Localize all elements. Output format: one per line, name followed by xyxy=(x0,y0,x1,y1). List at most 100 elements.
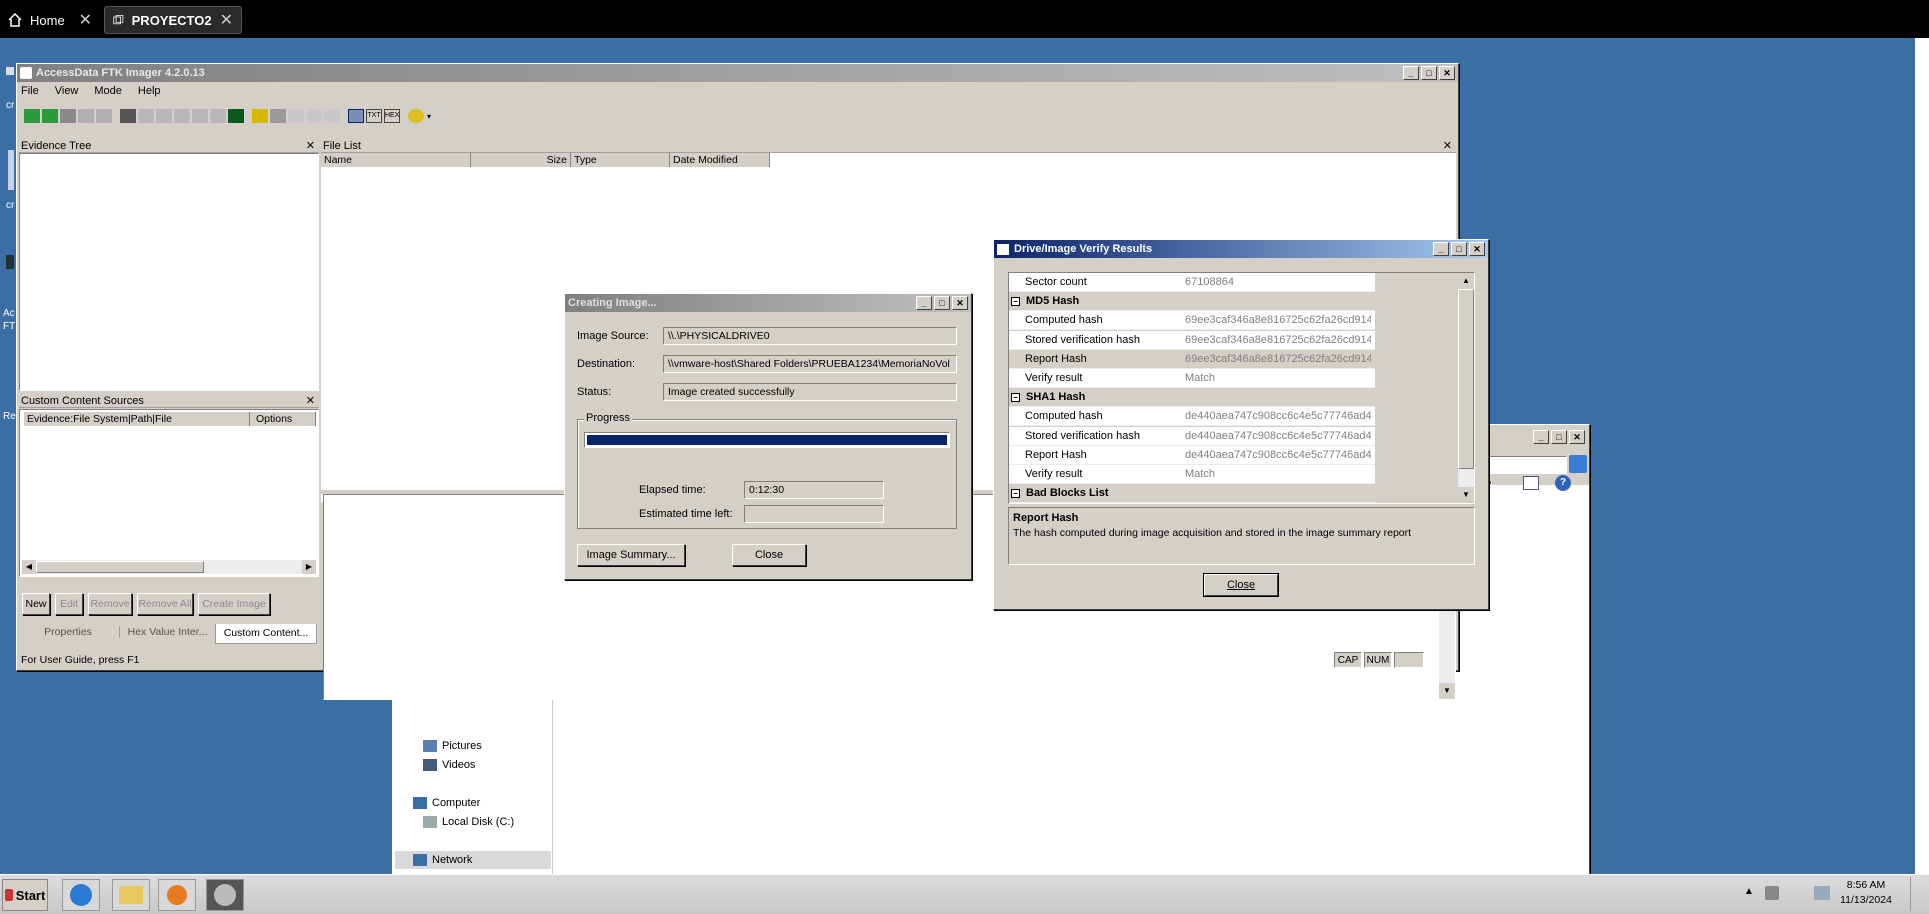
grid-scrollbar[interactable]: ▲ ▼ xyxy=(1458,273,1474,503)
property-row[interactable]: Verify result Match xyxy=(1009,369,1375,388)
horizontal-scrollbar[interactable]: ◀ ▶ xyxy=(22,560,316,574)
scroll-thumb[interactable] xyxy=(36,561,204,573)
taskbar-ftk-imager[interactable] xyxy=(206,879,244,911)
scroll-down-icon[interactable]: ▼ xyxy=(1458,487,1474,503)
detect-encryption-icon[interactable] xyxy=(270,109,286,123)
column-name[interactable]: Name xyxy=(321,153,471,167)
taskbar-explorer[interactable] xyxy=(112,879,150,911)
export-logical-image-icon[interactable] xyxy=(156,109,172,123)
column-type[interactable]: Type xyxy=(571,153,670,167)
nav-item-network[interactable]: Network xyxy=(395,851,551,869)
speaker-icon[interactable] xyxy=(1765,886,1779,900)
scroll-up-icon[interactable]: ▲ xyxy=(1458,273,1474,289)
maximize-button[interactable]: □ xyxy=(934,296,950,310)
help-icon[interactable] xyxy=(408,109,424,123)
remove-all-evidence-icon[interactable] xyxy=(96,109,112,123)
help-icon[interactable]: ? xyxy=(1555,475,1571,491)
verify-property-grid[interactable]: Sector count 67108864− MD5 Hash Computed ha… xyxy=(1008,272,1475,504)
custom-sources-list[interactable]: Evidence:File System|Path|File Options ◀… xyxy=(19,409,319,577)
close-icon[interactable]: ✕ xyxy=(306,394,315,408)
property-row[interactable]: Computed hash 69ee3caf346a8e816725c62fa26… xyxy=(1009,311,1375,331)
search-icon[interactable] xyxy=(1569,455,1587,473)
column-size[interactable]: Size xyxy=(471,153,571,167)
close-button[interactable]: ✕ xyxy=(1569,430,1585,444)
show-desktop-button[interactable] xyxy=(1910,877,1927,911)
add-all-evidence-icon[interactable] xyxy=(42,109,58,123)
maximize-button[interactable]: □ xyxy=(1551,430,1567,444)
column-options[interactable]: Options xyxy=(250,412,316,426)
decrypt-icon[interactable] xyxy=(210,109,226,123)
property-row[interactable]: Stored verification hash de440aea747c908c… xyxy=(1009,426,1375,446)
nav-item-local-disk[interactable]: Local Disk (C:) xyxy=(423,816,514,828)
remove-evidence-icon[interactable] xyxy=(78,109,94,123)
menu-view[interactable]: View xyxy=(55,85,79,101)
property-category[interactable]: − Bad Blocks List xyxy=(1009,484,1375,503)
edit-button[interactable]: Edit xyxy=(55,593,83,615)
clock[interactable]: 8:56 AM 11/13/2024 xyxy=(1830,878,1902,908)
tab-custom-content[interactable]: Custom Content... xyxy=(215,624,317,644)
desktop-icon[interactable] xyxy=(6,255,14,269)
image-mounting-icon[interactable] xyxy=(60,109,76,123)
menu-file[interactable]: File xyxy=(21,85,39,101)
create-custom-image-icon[interactable] xyxy=(192,109,208,123)
export-hash-list-icon[interactable] xyxy=(306,109,322,123)
close-icon[interactable]: ✕ xyxy=(306,139,315,153)
close-button[interactable]: ✕ xyxy=(1439,66,1455,80)
scroll-down-icon[interactable]: ▼ xyxy=(1439,683,1455,699)
show-hidden-icons[interactable]: ▲ xyxy=(1744,886,1754,897)
property-row[interactable]: Stored verification hash 69ee3caf346a8e81… xyxy=(1009,330,1375,350)
text-view-icon[interactable]: TXT xyxy=(366,109,382,123)
desktop-icon[interactable] xyxy=(8,150,14,190)
maximize-button[interactable]: □ xyxy=(1451,242,1467,256)
export-files-icon[interactable] xyxy=(288,109,304,123)
obtain-protected-files-icon[interactable] xyxy=(252,109,268,123)
minimize-button[interactable]: _ xyxy=(1403,66,1419,80)
hex-view-icon[interactable]: HEX xyxy=(384,109,400,123)
property-row[interactable]: Report Hash de440aea747c908cc6c4e5c77746a… xyxy=(1009,445,1375,465)
new-button[interactable]: New xyxy=(22,593,50,615)
tab-properties[interactable]: Properties xyxy=(19,626,117,638)
evidence-tree[interactable] xyxy=(19,153,319,391)
preview-pane-icon[interactable] xyxy=(1523,476,1539,490)
close-icon[interactable]: ✕ xyxy=(1443,139,1452,153)
nav-item-pictures[interactable]: Pictures xyxy=(423,740,482,752)
add-evidence-icon[interactable] xyxy=(24,109,40,123)
create-disk-image-icon[interactable] xyxy=(120,109,136,123)
remove-button[interactable]: Remove xyxy=(88,593,132,615)
host-tab-proyecto2[interactable]: PROYECTO2 ✕ xyxy=(104,6,242,34)
close-icon[interactable]: ✕ xyxy=(79,10,92,30)
property-category[interactable]: − MD5 Hash xyxy=(1009,292,1375,312)
collapse-icon[interactable]: − xyxy=(1011,297,1020,307)
collapse-icon[interactable]: − xyxy=(1011,489,1020,499)
scroll-thumb[interactable] xyxy=(1458,289,1474,469)
taskbar-media-player[interactable] xyxy=(158,879,196,911)
property-category[interactable]: − SHA1 Hash xyxy=(1009,388,1375,408)
tab-hex-value-interpreter[interactable]: Hex Value Inter... xyxy=(119,626,215,638)
property-row[interactable]: Sector count 67108864 xyxy=(1009,273,1375,292)
close-button[interactable]: Close xyxy=(1203,573,1279,597)
nav-item-computer[interactable]: Computer xyxy=(413,797,480,809)
close-icon[interactable]: ✕ xyxy=(220,10,233,30)
auto-view-icon[interactable] xyxy=(348,109,364,123)
add-to-custom-content-icon[interactable] xyxy=(174,109,190,123)
minimize-button[interactable]: _ xyxy=(1533,430,1549,444)
minimize-button[interactable]: _ xyxy=(1433,242,1449,256)
image-summary-button[interactable]: Image Summary... xyxy=(577,544,685,566)
taskbar-internet-explorer[interactable] xyxy=(62,879,100,911)
start-button[interactable]: Start xyxy=(2,879,48,911)
scroll-left-icon[interactable]: ◀ xyxy=(22,560,36,574)
property-row[interactable]: Verify result Match xyxy=(1009,465,1375,484)
property-row[interactable]: Computed hash de440aea747c908cc6c4e5c7774… xyxy=(1009,407,1375,427)
export-disk-image-icon[interactable] xyxy=(138,109,154,123)
close-button[interactable]: ✕ xyxy=(952,296,968,310)
export-directory-listing-icon[interactable] xyxy=(324,109,340,123)
maximize-button[interactable]: □ xyxy=(1421,66,1437,80)
menu-mode[interactable]: Mode xyxy=(94,85,122,101)
property-row[interactable]: Report Hash 69ee3caf346a8e816725c62fa26cd… xyxy=(1009,349,1375,369)
close-button[interactable]: Close xyxy=(732,544,806,566)
scroll-right-icon[interactable]: ▶ xyxy=(302,560,316,574)
network-status-icon[interactable] xyxy=(1814,886,1830,900)
nav-item-videos[interactable]: Videos xyxy=(423,759,475,771)
capture-memory-icon[interactable] xyxy=(228,109,244,123)
create-image-button[interactable]: Create Image xyxy=(198,593,270,615)
